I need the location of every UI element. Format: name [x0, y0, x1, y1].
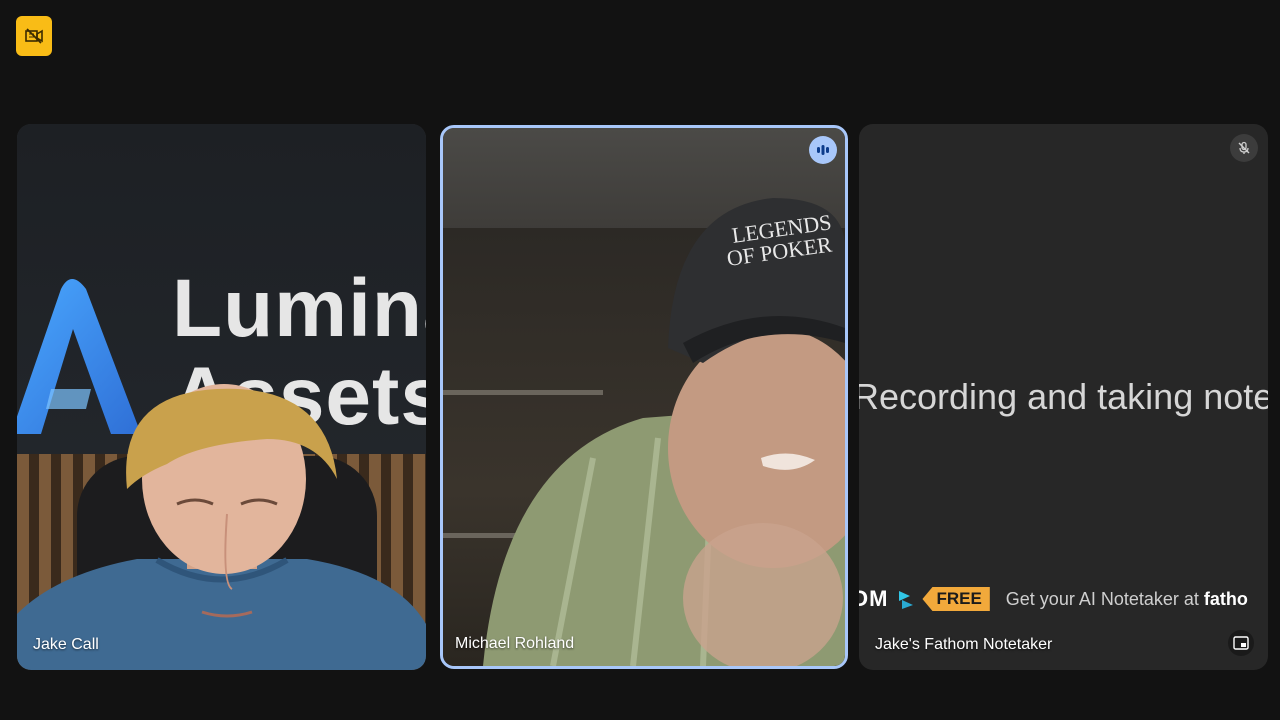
participant-video: LEGENDS OF POKER — [443, 128, 845, 666]
participant-name: Michael Rohland — [455, 635, 575, 652]
free-tag: FREE — [922, 587, 990, 611]
promo-cta-link: fatho — [1203, 588, 1248, 609]
person-figure: LEGENDS OF POKER — [483, 198, 845, 666]
audio-level-icon — [817, 145, 829, 155]
person-figure — [17, 384, 426, 670]
promo-cta-prefix: Get your AI Notetaker at — [1005, 588, 1199, 609]
recording-status-text: Recording and taking notes — [859, 376, 1268, 417]
mic-off-icon — [1238, 141, 1250, 154]
participant-tile-michael-rohland[interactable]: LEGENDS OF POKER Michael Rohland — [440, 125, 848, 669]
participant-video: Lumina Assets — [17, 124, 426, 670]
participant-name: Jake's Fathom Notetaker — [875, 636, 1053, 653]
banner-text-line-1: Lumina — [172, 263, 426, 354]
fathom-logo-icon — [899, 591, 914, 609]
video-off-icon — [25, 28, 43, 44]
promo-cta-text: Get your AI Notetaker at fatho — [1006, 589, 1248, 610]
muted-indicator — [1230, 134, 1258, 162]
participant-tile-jake-call[interactable]: Lumina Assets — [17, 124, 426, 670]
meeting-stage: Lumina Assets — [0, 0, 1280, 720]
fathom-promo-banner: OM FREE Get your AI Notetaker at fatho — [859, 586, 1248, 612]
participant-name: Jake Call — [33, 636, 99, 653]
picture-in-picture-button[interactable] — [1228, 630, 1254, 656]
participant-tile-fathom-notetaker[interactable]: Recording and taking notes OM FREE Get y… — [859, 124, 1268, 670]
speaking-indicator — [809, 136, 837, 164]
camera-off-badge[interactable] — [16, 16, 52, 56]
picture-in-picture-icon — [1233, 636, 1249, 650]
fathom-brand-text: OM — [859, 586, 889, 611]
